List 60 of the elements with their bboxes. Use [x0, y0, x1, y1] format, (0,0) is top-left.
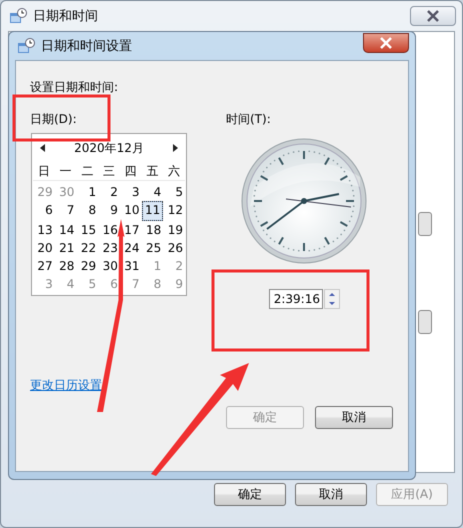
calendar-day[interactable]: 15 [76, 221, 98, 239]
calendar-day[interactable]: 5 [163, 183, 185, 201]
time-spinner[interactable] [324, 289, 340, 309]
calendar-day[interactable]: 12 [163, 201, 185, 219]
calendar-day[interactable]: 18 [142, 221, 164, 239]
calendar-day[interactable]: 1 [76, 183, 98, 201]
calendar-day[interactable]: 29 [76, 257, 98, 275]
date-label: 日期(D): [30, 111, 78, 128]
calendar-day[interactable]: 21 [54, 239, 76, 257]
calendar-day[interactable]: 3 [120, 183, 142, 201]
calendar-day[interactable]: 17 [120, 221, 142, 239]
weekday-header: 日 [36, 163, 51, 180]
calendar-day[interactable]: 26 [163, 239, 185, 257]
close-icon [379, 37, 393, 49]
weekday-header: 二 [80, 163, 94, 180]
calendar-day[interactable]: 8 [76, 201, 98, 219]
calendar-day[interactable]: 11 [142, 201, 164, 221]
calendar-day[interactable]: 28 [54, 257, 76, 275]
weekday-header: 四 [124, 163, 138, 180]
calendar-day[interactable]: 31 [120, 257, 142, 275]
time-label: 时间(T): [226, 111, 272, 128]
calendar-day[interactable]: 19 [163, 221, 185, 239]
cancel-button[interactable]: 取消 [315, 406, 393, 429]
calendar-day[interactable]: 9 [98, 201, 120, 219]
dialog-title: 日期和时间设置 [41, 38, 132, 55]
calendar-day[interactable]: 24 [120, 239, 142, 257]
calendar-day[interactable]: 14 [54, 221, 76, 239]
calendar-day[interactable]: 4 [142, 183, 164, 201]
calendar-clock-icon [17, 38, 35, 54]
calendar-day[interactable]: 10 [120, 201, 142, 219]
calendar-clock-icon [9, 8, 27, 24]
window-title: 日期和时间 [33, 8, 98, 25]
calendar-day[interactable]: 13 [33, 221, 55, 239]
weekday-header: 五 [145, 163, 160, 180]
calendar-settings-link[interactable]: 更改日历设置 [30, 377, 102, 394]
close-icon [426, 10, 440, 22]
calendar-day[interactable]: 20 [33, 239, 55, 257]
ok-button[interactable]: 确定 [214, 483, 286, 506]
month-title[interactable]: 2020年12月 [74, 140, 144, 156]
calendar-day[interactable]: 23 [98, 239, 120, 257]
calendar-day[interactable]: 7 [54, 201, 76, 219]
calendar-day[interactable]: 25 [142, 239, 164, 257]
calendar-day[interactable]: 27 [33, 257, 55, 275]
time-field[interactable]: 2:39:16 [269, 289, 323, 309]
calendar-day[interactable]: 2 [98, 183, 120, 201]
clock-icon [240, 137, 368, 265]
close-button[interactable] [363, 33, 409, 53]
calendar-day[interactable]: 22 [76, 239, 98, 257]
calendar[interactable]: 2020年12月 日 一 二 三 四 五 六 29 30 1 2 3 4 5 6 7 8 9 10 11 12 13 14 15 16 17 18 19 20 21 22 23 24 25 26 27 28 29 30 31 1 2 3 4 5 6 7 8 9 [31, 133, 187, 296]
cancel-button[interactable]: 取消 [295, 483, 367, 506]
previous-month-icon[interactable] [40, 144, 45, 152]
next-month-icon[interactable] [173, 144, 178, 152]
weekday-header: 三 [102, 163, 116, 180]
weekday-header: 六 [167, 163, 182, 180]
close-button[interactable] [410, 6, 456, 26]
section-heading: 设置日期和时间: [30, 79, 120, 96]
calendar-day[interactable]: 30 [98, 257, 120, 275]
calendar-day[interactable]: 16 [98, 221, 120, 239]
weekday-header: 一 [58, 163, 73, 180]
calendar-day[interactable]: 6 [33, 201, 55, 219]
